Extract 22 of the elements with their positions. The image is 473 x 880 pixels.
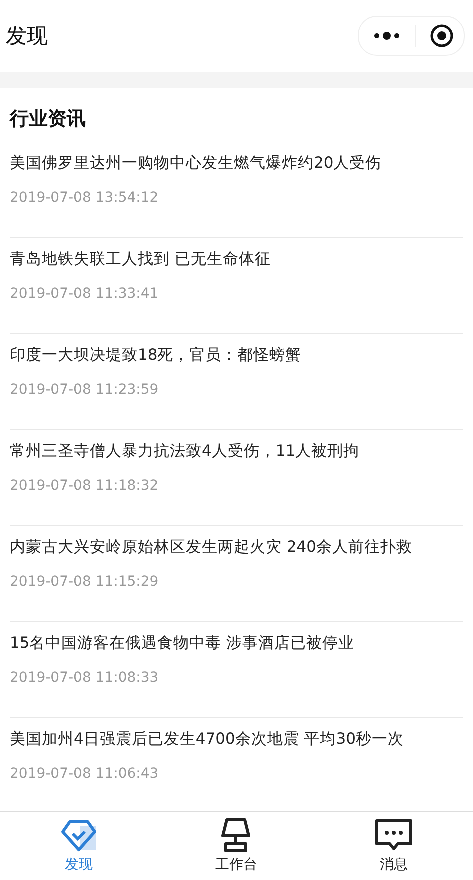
news-time: 2019-07-08 11:18:32 bbox=[10, 478, 160, 494]
news-time: 2019-07-08 11:08:33 bbox=[10, 670, 160, 686]
more-icon[interactable] bbox=[373, 31, 401, 41]
news-time: 2019-07-08 13:54:12 bbox=[10, 190, 160, 206]
news-title[interactable]: 内蒙古大兴安岭原始林区发生两起火灾 240余人前往扑救 bbox=[10, 536, 463, 558]
diamond-check-icon bbox=[60, 818, 98, 854]
news-title[interactable]: 美国加州4日强震后已发生4700余次地震 平均30秒一次 bbox=[10, 728, 463, 750]
tab-item[interactable]: 消息 bbox=[344, 818, 444, 874]
news-title[interactable]: 青岛地铁失联工人找到 已无生命体征 bbox=[10, 248, 463, 270]
news-title[interactable]: 常州三圣寺僧人暴力抗法致4人受伤，11人被刑拘 bbox=[10, 440, 463, 462]
section-title: 行业资讯 bbox=[10, 107, 87, 132]
page-title: 发现 bbox=[6, 23, 48, 50]
news-time: 2019-07-08 11:06:43 bbox=[10, 766, 160, 782]
close-icon[interactable] bbox=[430, 24, 454, 48]
tab-item[interactable]: 发现 bbox=[28, 818, 129, 874]
tab-item[interactable]: 工作台 bbox=[186, 818, 286, 874]
news-time: 2019-07-08 11:33:41 bbox=[10, 286, 160, 302]
news-title[interactable]: 印度一大坝决堤致18死，官员：都怪螃蟹 bbox=[10, 344, 463, 366]
news-time: 2019-07-08 11:15:29 bbox=[10, 574, 160, 590]
news-title[interactable]: 美国佛罗里达州一购物中心发生燃气爆炸约20人受伤 bbox=[10, 152, 463, 174]
news-time: 2019-07-08 11:23:59 bbox=[10, 382, 160, 398]
news-title[interactable]: 15名中国游客在俄遇食物中毒 涉事酒店已被停业 bbox=[10, 632, 463, 654]
